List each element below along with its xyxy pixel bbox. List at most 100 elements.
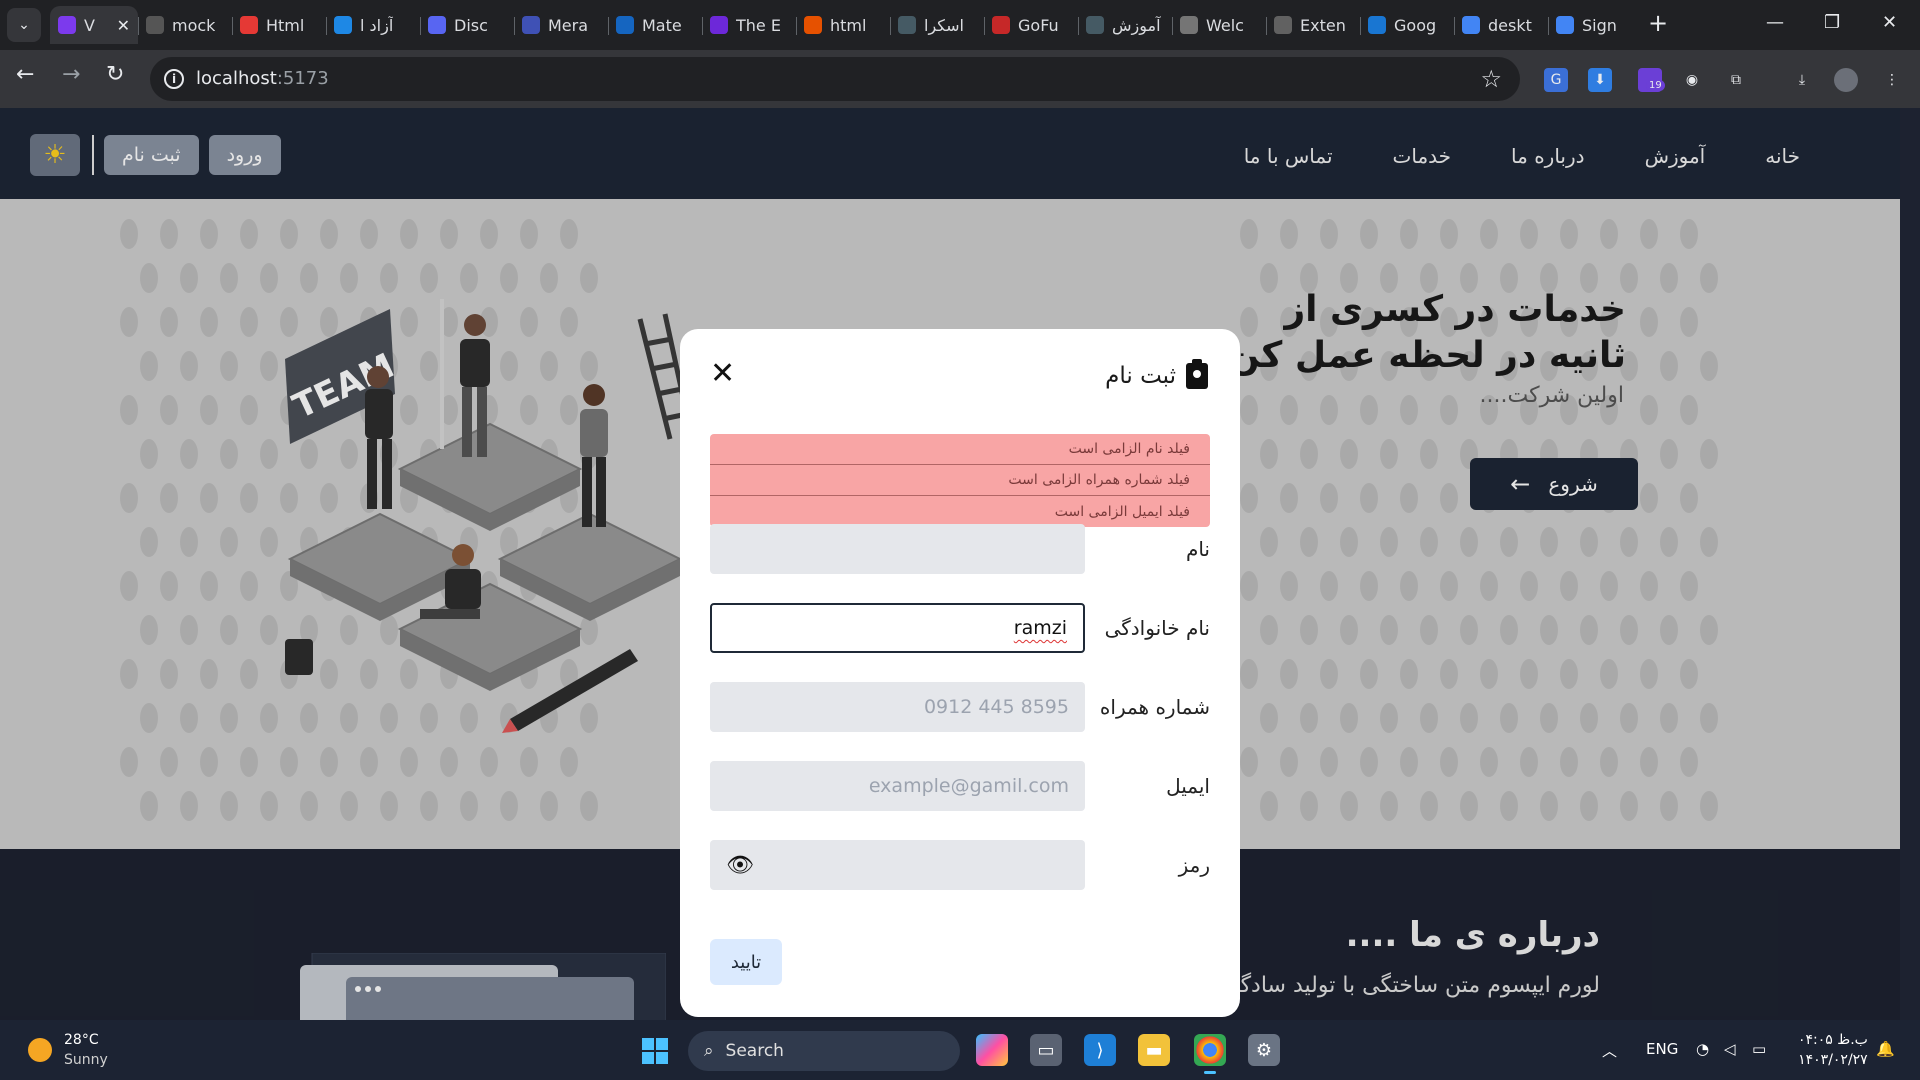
vscode-app-icon[interactable]: ⟩ bbox=[1084, 1034, 1116, 1066]
browser-tab[interactable]: Mera bbox=[514, 6, 608, 44]
last-name-input[interactable]: ramzi bbox=[710, 603, 1085, 653]
windows-start-icon[interactable] bbox=[642, 1038, 668, 1064]
error-message: فیلد شماره همراه الزامی است bbox=[710, 465, 1210, 496]
user-badge-icon bbox=[1186, 359, 1208, 389]
download-extension-icon[interactable]: ⬇ bbox=[1588, 68, 1612, 92]
page-scrollbar[interactable] bbox=[1900, 108, 1920, 1020]
address-bar[interactable]: i localhost:5173 ☆ bbox=[150, 57, 1520, 101]
browser-tab[interactable]: آموزش bbox=[1078, 6, 1172, 44]
weather-condition[interactable]: Sunny bbox=[64, 1052, 108, 1068]
browser-tab[interactable]: deskt bbox=[1454, 6, 1548, 44]
browser-menu-icon[interactable]: ⋮ bbox=[1880, 68, 1904, 92]
tab-list: V ✕ mock Html آزاد ا Disc Mera Mate The Ehtml اسک… bbox=[50, 6, 1642, 46]
reload-icon[interactable]: ↻ bbox=[106, 64, 124, 86]
tab-favicon-icon bbox=[1462, 16, 1480, 34]
browser-tab[interactable]: V ✕ bbox=[50, 6, 138, 44]
tab-title: اسکرا bbox=[924, 15, 964, 35]
site-info-icon[interactable]: i bbox=[164, 69, 184, 89]
browser-tab[interactable]: Goog bbox=[1360, 6, 1454, 44]
tab-favicon-icon bbox=[522, 16, 540, 34]
browser-tab[interactable]: آزاد ا bbox=[326, 6, 420, 44]
browser-tab[interactable]: The E bbox=[702, 6, 796, 44]
first-name-label: نام bbox=[1185, 537, 1210, 561]
translate-extension-icon[interactable]: G bbox=[1544, 68, 1568, 92]
tab-title: آزاد ا bbox=[360, 15, 394, 35]
tab-favicon-icon bbox=[1556, 16, 1574, 34]
chrome-app-icon[interactable] bbox=[1194, 1034, 1226, 1074]
camera-extension-icon[interactable]: ◉ bbox=[1680, 68, 1704, 92]
submit-button[interactable]: تایید bbox=[710, 939, 782, 985]
search-label: Search bbox=[725, 1041, 784, 1061]
tab-title: Welc bbox=[1206, 15, 1244, 35]
minimize-icon[interactable]: — bbox=[1766, 12, 1784, 33]
language-indicator[interactable]: ENG bbox=[1646, 1040, 1678, 1058]
last-name-value: ramzi bbox=[1013, 617, 1067, 639]
forward-icon[interactable]: → bbox=[62, 64, 80, 86]
windows-taskbar: 28°C Sunny ⌕ Search ▭ ⟩ ▬ ⚙ ︿ ENG ◔ ◁ ▭ … bbox=[0, 1020, 1920, 1080]
browser-tab[interactable]: Exten bbox=[1266, 6, 1360, 44]
close-window-icon[interactable]: ✕ bbox=[1882, 12, 1897, 33]
phone-input[interactable]: 0912 445 8595 bbox=[710, 682, 1085, 732]
tab-favicon-icon bbox=[710, 16, 728, 34]
browser-tab[interactable]: html bbox=[796, 6, 890, 44]
restore-icon[interactable]: ❐ bbox=[1824, 12, 1840, 33]
url-text: localhost:5173 bbox=[196, 68, 329, 89]
tab-title: Disc bbox=[454, 15, 488, 35]
tab-close-icon[interactable]: ✕ bbox=[117, 16, 130, 35]
email-label: ایمیل bbox=[1166, 774, 1210, 798]
sun-weather-icon[interactable] bbox=[28, 1038, 52, 1062]
back-icon[interactable]: ← bbox=[16, 64, 34, 86]
error-list: فیلد نام الزامی است فیلد شماره همراه الز… bbox=[710, 434, 1210, 527]
downloads-icon[interactable]: ⤓ bbox=[1790, 68, 1814, 92]
tab-title: V bbox=[84, 15, 95, 35]
tab-favicon-icon bbox=[1274, 16, 1292, 34]
browser-tab[interactable]: mock bbox=[138, 6, 232, 44]
tab-title: Exten bbox=[1300, 15, 1346, 35]
tab-search-button[interactable]: ⌄ bbox=[7, 8, 41, 42]
tab-favicon-icon bbox=[1086, 16, 1104, 34]
extensions-puzzle-icon[interactable]: ⧉ bbox=[1724, 68, 1748, 92]
password-input[interactable]: 👁 bbox=[710, 840, 1085, 890]
chevron-up-icon[interactable]: ︿ bbox=[1602, 1040, 1617, 1061]
tab-favicon-icon bbox=[58, 16, 76, 34]
profile-avatar[interactable] bbox=[1834, 68, 1858, 92]
copilot-app-icon[interactable] bbox=[976, 1034, 1008, 1066]
tab-favicon-icon bbox=[616, 16, 634, 34]
taskbar-search[interactable]: ⌕ Search bbox=[688, 1031, 960, 1071]
browser-tab[interactable]: GoFu bbox=[984, 6, 1078, 44]
close-icon[interactable]: ✕ bbox=[710, 359, 735, 389]
tab-title: html bbox=[830, 15, 867, 35]
notification-bell-icon[interactable]: 🔔 bbox=[1876, 1040, 1895, 1058]
browser-tab[interactable]: Mate bbox=[608, 6, 702, 44]
web-page: خانه آموزش درباره ما خدمات تماس با ما ☀ … bbox=[0, 108, 1900, 1020]
bookmark-star-icon[interactable]: ☆ bbox=[1480, 65, 1502, 93]
error-message: فیلد ایمیل الزامی است bbox=[710, 496, 1210, 527]
browser-tab[interactable]: Disc bbox=[420, 6, 514, 44]
tab-favicon-icon bbox=[992, 16, 1010, 34]
first-name-input[interactable] bbox=[710, 524, 1085, 574]
wifi-icon[interactable]: ◔ bbox=[1696, 1040, 1709, 1058]
browser-tab[interactable]: اسکرا bbox=[890, 6, 984, 44]
clock-date: ۱۴۰۳/۰۲/۲۷ bbox=[1798, 1052, 1868, 1068]
clock-time: ۰۴:۰۵ ب.ظ bbox=[1798, 1032, 1868, 1048]
new-tab-button[interactable]: + bbox=[1648, 11, 1668, 35]
phone-row: شماره همراه 0912 445 8595 bbox=[710, 682, 1210, 732]
browser-tab[interactable]: Welc bbox=[1172, 6, 1266, 44]
browser-tab-strip: ⌄ V ✕ mock Html آزاد ا Disc Mera Mate The Ehtml ا… bbox=[0, 0, 1920, 50]
tab-title: آموزش bbox=[1112, 15, 1161, 35]
tab-favicon-icon bbox=[146, 16, 164, 34]
explorer-folder-icon[interactable]: ▬ bbox=[1138, 1034, 1170, 1066]
eye-icon[interactable]: 👁 bbox=[726, 853, 754, 878]
battery-icon[interactable]: ▭ bbox=[1752, 1040, 1766, 1058]
email-input[interactable]: example@gamil.com bbox=[710, 761, 1085, 811]
password-label: رمز bbox=[1178, 853, 1210, 877]
weather-temperature[interactable]: 28°C bbox=[64, 1032, 99, 1048]
extension-with-badge-icon[interactable]: 19 bbox=[1638, 68, 1665, 92]
volume-icon[interactable]: ◁ bbox=[1724, 1040, 1736, 1058]
file-manager-app-icon[interactable]: ▭ bbox=[1030, 1034, 1062, 1066]
browser-toolbar: ← → ↻ i localhost:5173 ☆ bbox=[0, 50, 1920, 108]
browser-tab[interactable]: Sign bbox=[1548, 6, 1642, 44]
system-clock[interactable]: ۰۴:۰۵ ب.ظ ۱۴۰۳/۰۲/۲۷ bbox=[1798, 1030, 1868, 1070]
settings-gear-icon[interactable]: ⚙ bbox=[1248, 1034, 1280, 1066]
browser-tab[interactable]: Html bbox=[232, 6, 326, 44]
